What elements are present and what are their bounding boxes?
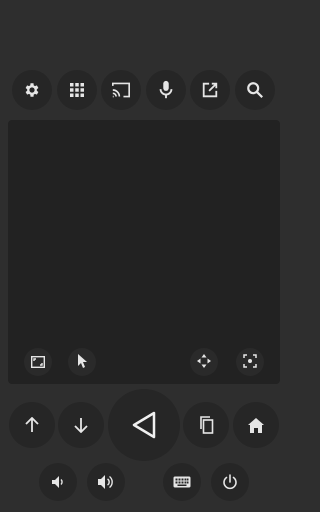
volume-down-icon bbox=[51, 475, 65, 489]
back-triangle-icon bbox=[131, 411, 157, 439]
voice-button[interactable] bbox=[146, 70, 186, 110]
up-button[interactable] bbox=[9, 402, 55, 448]
back-button[interactable] bbox=[108, 389, 180, 461]
open-external-button[interactable] bbox=[190, 70, 230, 110]
gear-icon bbox=[23, 81, 41, 99]
arrow-up-icon bbox=[25, 417, 39, 433]
open-external-icon bbox=[201, 81, 219, 99]
cast-button[interactable] bbox=[101, 70, 141, 110]
volume-up-icon bbox=[97, 474, 115, 490]
volume-down-button[interactable] bbox=[39, 463, 77, 501]
fullscreen-icon bbox=[30, 353, 46, 372]
home-button[interactable] bbox=[233, 402, 279, 448]
power-button[interactable] bbox=[211, 463, 249, 501]
copy-button[interactable] bbox=[183, 402, 229, 448]
capture-button[interactable] bbox=[236, 348, 264, 376]
volume-up-button[interactable] bbox=[87, 463, 125, 501]
capture-icon bbox=[243, 353, 257, 372]
search-icon bbox=[246, 81, 264, 99]
grid-icon bbox=[69, 82, 85, 98]
settings-button[interactable] bbox=[12, 70, 52, 110]
copy-icon bbox=[198, 416, 214, 434]
touchpad[interactable] bbox=[8, 120, 280, 384]
pointer-button[interactable] bbox=[68, 348, 96, 376]
power-icon bbox=[222, 474, 238, 490]
arrow-down-icon bbox=[74, 417, 88, 433]
remote-screen bbox=[0, 0, 288, 512]
keyboard-icon bbox=[173, 476, 191, 488]
search-button[interactable] bbox=[235, 70, 275, 110]
keyboard-button[interactable] bbox=[163, 463, 201, 501]
cursor-icon bbox=[77, 353, 87, 372]
home-icon bbox=[248, 417, 264, 433]
down-button[interactable] bbox=[58, 402, 104, 448]
dpad-button[interactable] bbox=[190, 348, 218, 376]
dpad-icon bbox=[197, 353, 211, 372]
microphone-icon bbox=[158, 80, 174, 100]
fullscreen-button[interactable] bbox=[24, 348, 52, 376]
apps-button[interactable] bbox=[57, 70, 97, 110]
cast-icon bbox=[111, 81, 131, 99]
